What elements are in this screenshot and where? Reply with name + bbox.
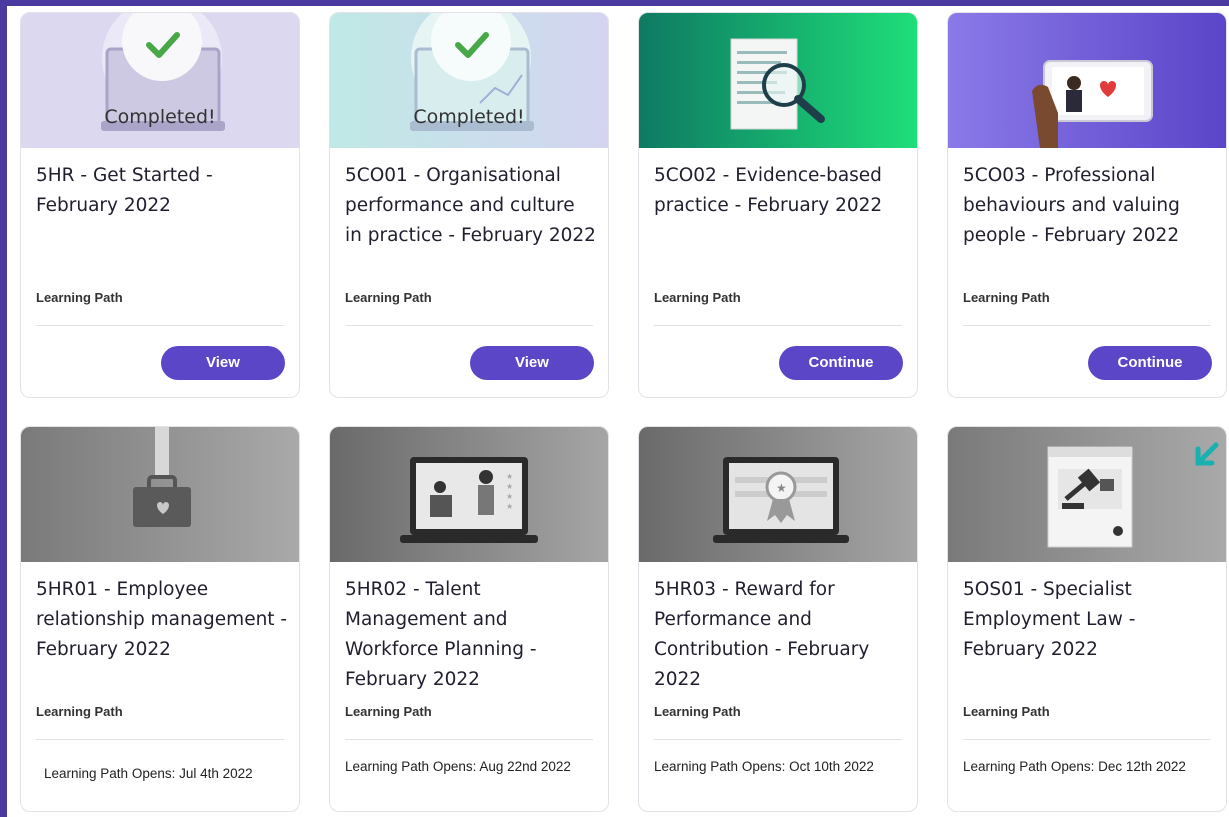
course-title: 5HR01 - Employee relationship management… — [36, 579, 288, 660]
view-button[interactable]: View — [161, 346, 285, 380]
course-thumbnail: ★ ★ ★ ★ — [330, 427, 608, 562]
svg-text:★: ★ — [506, 502, 513, 511]
divider — [345, 739, 593, 740]
divider — [963, 325, 1211, 326]
course-card[interactable]: 5CO02 - Evidence-based practice - Februa… — [638, 12, 918, 398]
svg-text:★: ★ — [506, 472, 513, 481]
course-type-label: Learning Path — [36, 290, 123, 305]
course-type-label: Learning Path — [345, 290, 432, 305]
opens-date: Learning Path Opens: Aug 22nd 2022 — [345, 759, 571, 774]
course-thumbnail — [948, 427, 1226, 562]
completed-badge: Completed! — [413, 106, 525, 128]
course-thumbnail: ★ — [639, 427, 917, 562]
course-card[interactable]: ★ 5HR03 - Reward for Performance and Con… — [638, 426, 918, 812]
course-card[interactable]: 5CO03 - Professional behaviours and valu… — [947, 12, 1227, 398]
svg-text:★: ★ — [506, 492, 513, 501]
completed-badge: Completed! — [104, 106, 216, 128]
opens-date: Learning Path Opens: Dec 12th 2022 — [963, 759, 1186, 774]
course-title: 5HR - Get Started - February 2022 — [36, 165, 213, 216]
svg-text:★: ★ — [506, 482, 513, 491]
course-thumbnail: Completed! — [21, 13, 299, 148]
top-frame-bar — [0, 0, 1229, 6]
course-title: 5CO02 - Evidence-based practice - Februa… — [654, 165, 883, 216]
gavel-document-icon — [1047, 446, 1133, 548]
course-card[interactable]: Completed! 5HR - Get Started - February … — [20, 12, 300, 398]
course-card[interactable]: 5HR01 - Employee relationship management… — [20, 426, 300, 812]
course-card[interactable]: 5OS01 - Specialist Employment Law - Febr… — [947, 426, 1227, 812]
continue-button[interactable]: Continue — [779, 346, 903, 380]
opens-date: Learning Path Opens: Oct 10th 2022 — [654, 759, 874, 774]
continue-button[interactable]: Continue — [1088, 346, 1212, 380]
course-title: 5HR02 - Talent Management and Workforce … — [345, 579, 537, 690]
course-title: 5CO01 - Organisational performance and c… — [345, 165, 596, 246]
course-title: 5CO03 - Professional behaviours and valu… — [963, 165, 1180, 246]
view-button[interactable]: View — [470, 346, 594, 380]
divider — [345, 325, 593, 326]
course-thumbnail — [639, 13, 917, 148]
laptop-people-rating-icon: ★ ★ ★ ★ — [400, 457, 538, 543]
course-title: 5OS01 - Specialist Employment Law - Febr… — [963, 579, 1136, 660]
course-title: 5HR03 - Reward for Performance and Contr… — [654, 579, 870, 690]
course-thumbnail — [21, 427, 299, 562]
course-type-label: Learning Path — [654, 290, 741, 305]
course-type-label: Learning Path — [963, 704, 1050, 719]
course-thumbnail — [948, 13, 1226, 148]
opens-date: Learning Path Opens: Jul 4th 2022 — [44, 766, 253, 781]
svg-text:★: ★ — [776, 481, 787, 495]
course-type-label: Learning Path — [963, 290, 1050, 305]
laptop-award-icon: ★ — [713, 457, 849, 543]
divider — [36, 325, 284, 326]
course-card[interactable]: Completed! 5CO01 - Organisational perfor… — [329, 12, 609, 398]
divider — [963, 739, 1211, 740]
left-frame-bar — [0, 0, 7, 817]
course-type-label: Learning Path — [345, 704, 432, 719]
course-thumbnail: Completed! — [330, 13, 608, 148]
course-type-label: Learning Path — [36, 704, 123, 719]
divider — [654, 739, 902, 740]
divider — [36, 739, 284, 740]
divider — [654, 325, 902, 326]
course-card[interactable]: ★ ★ ★ ★ 5HR02 - Talent Management and Wo… — [329, 426, 609, 812]
course-type-label: Learning Path — [654, 704, 741, 719]
